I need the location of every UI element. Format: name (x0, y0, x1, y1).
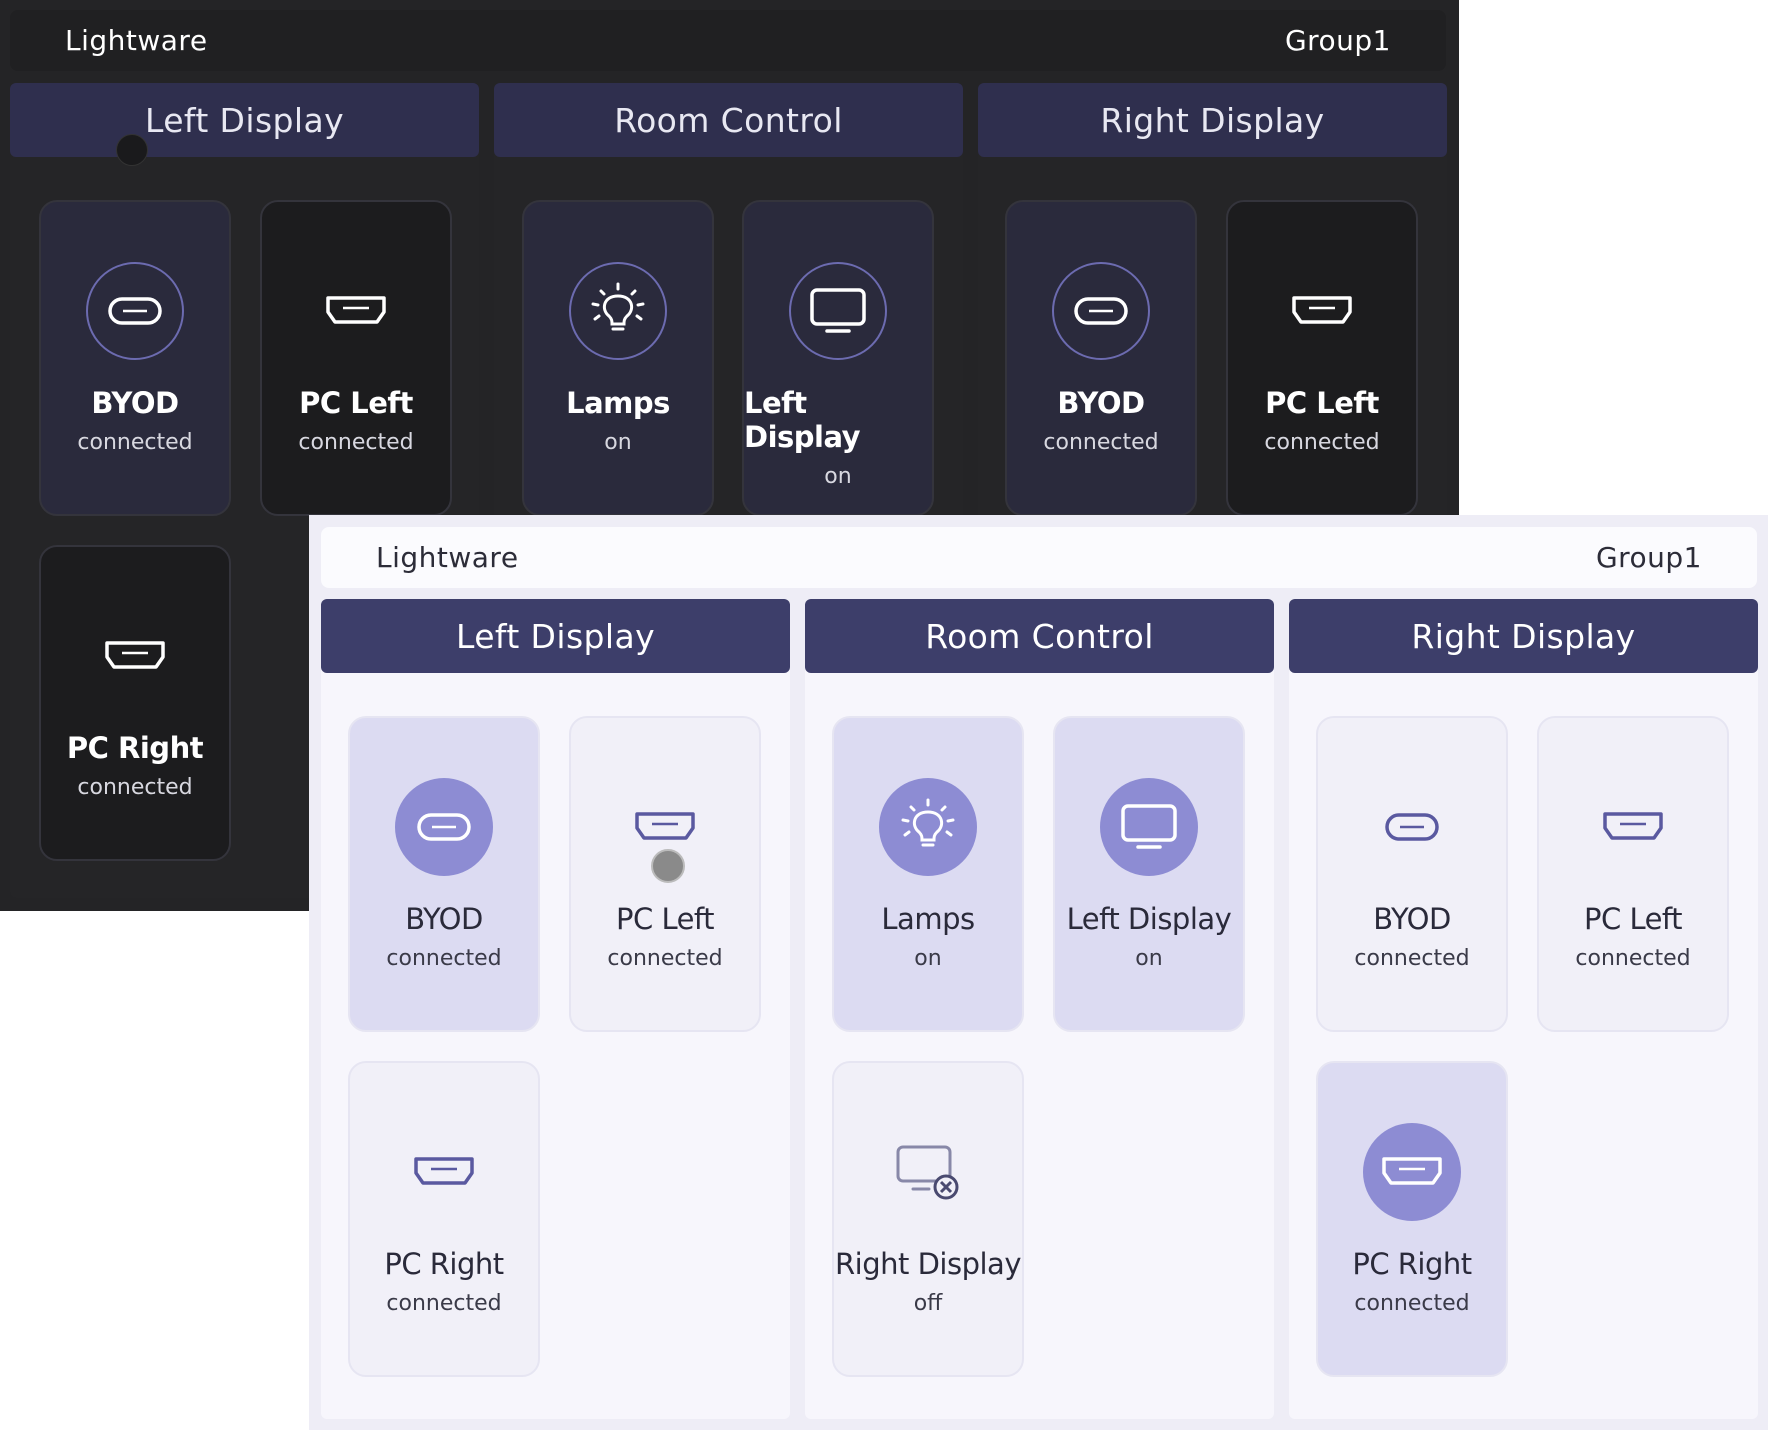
top-bar: Lightware Group1 (321, 527, 1757, 588)
tile-byod[interactable]: BYOD connected (348, 716, 540, 1032)
group-label[interactable]: Group1 (1285, 24, 1391, 57)
tile-byod[interactable]: BYOD connected (1005, 200, 1197, 516)
usb-c-icon (1052, 262, 1150, 360)
column-title: Right Display (1411, 616, 1636, 656)
tile-name: PC Left (299, 386, 413, 420)
hdmi-icon (1273, 262, 1371, 360)
tile-status: connected (607, 946, 723, 971)
usb-c-icon (86, 262, 184, 360)
tile-pc-left[interactable]: PC Left connected (1226, 200, 1418, 516)
tile-status: on (1135, 946, 1163, 971)
tile-status: connected (386, 946, 502, 971)
tile-status: off (913, 1291, 943, 1316)
tile-lamps[interactable]: Lamps on (832, 716, 1024, 1032)
monitor-icon (1100, 778, 1198, 876)
tile-name: BYOD (91, 386, 179, 420)
tile-pc-right[interactable]: PC Right connected (348, 1061, 540, 1377)
tile-left-display[interactable]: Left Display on (742, 200, 934, 516)
column-title: Room Control (614, 100, 843, 140)
tile-pc-left[interactable]: PC Left connected (1537, 716, 1729, 1032)
hdmi-icon (1584, 778, 1682, 876)
tile-byod[interactable]: BYOD connected (39, 200, 231, 516)
tile-name: PC Right (66, 731, 204, 765)
tile-status: connected (1264, 430, 1380, 455)
tile-status: connected (1043, 430, 1159, 455)
tile-status: on (824, 464, 852, 489)
hdmi-icon (307, 262, 405, 360)
tile-byod[interactable]: BYOD connected (1316, 716, 1508, 1032)
column-left-display: Left Display BYOD connected PC Left conn… (321, 599, 790, 1419)
tile-name: Lamps (881, 902, 975, 936)
column-header[interactable]: Right Display (1289, 599, 1758, 673)
monitor-icon (789, 262, 887, 360)
tile-status: on (604, 430, 632, 455)
tile-status: connected (386, 1291, 502, 1316)
brand-label: Lightware (65, 24, 208, 57)
tile-name: BYOD (1373, 902, 1451, 936)
bulb-icon (569, 262, 667, 360)
tile-pc-left[interactable]: PC Left connected (260, 200, 452, 516)
column-title: Right Display (1100, 100, 1325, 140)
column-header[interactable]: Room Control (805, 599, 1274, 673)
tile-name: PC Right (384, 1247, 504, 1281)
tile-name: Left Display (1066, 902, 1232, 936)
tile-status: connected (1354, 946, 1470, 971)
tile-lamps[interactable]: Lamps on (522, 200, 714, 516)
tile-name: PC Right (1352, 1247, 1472, 1281)
touch-indicator (651, 849, 685, 883)
tile-status: connected (298, 430, 414, 455)
column-title: Room Control (925, 616, 1154, 656)
column-header[interactable]: Left Display (321, 599, 790, 673)
tile-pc-right[interactable]: PC Right connected (39, 545, 231, 861)
tile-name: Left Display (744, 386, 861, 454)
tile-pc-right[interactable]: PC Right connected (1316, 1061, 1508, 1377)
tile-name: Right Display (835, 1247, 1021, 1281)
column-header[interactable]: Right Display (978, 83, 1447, 157)
tile-name: PC Left (1265, 386, 1379, 420)
tile-right-display[interactable]: Right Display off (832, 1061, 1024, 1377)
column-title: Left Display (144, 100, 344, 140)
tile-name: Lamps (566, 386, 670, 420)
tile-name: BYOD (1057, 386, 1145, 420)
usb-c-icon (395, 778, 493, 876)
column-header[interactable]: Room Control (494, 83, 963, 157)
tile-name: PC Left (615, 902, 715, 936)
tile-name: BYOD (405, 902, 483, 936)
usb-c-icon (1363, 778, 1461, 876)
column-title: Left Display (455, 616, 655, 656)
column-right-display: Right Display BYOD connected PC Left con… (1289, 599, 1758, 1419)
column-room-control: Room Control Lamps on Left Display on Ri… (805, 599, 1274, 1419)
group-label[interactable]: Group1 (1596, 541, 1702, 574)
tile-status: connected (77, 430, 193, 455)
top-bar: Lightware Group1 (10, 10, 1446, 71)
tile-name: PC Left (1583, 902, 1683, 936)
tile-status: connected (1354, 1291, 1470, 1316)
cursor-indicator (116, 134, 148, 166)
tile-status: connected (1575, 946, 1691, 971)
hdmi-icon (1363, 1123, 1461, 1221)
bulb-icon (879, 778, 977, 876)
monitor-off-icon (879, 1123, 977, 1221)
tile-status: on (914, 946, 942, 971)
tile-left-display[interactable]: Left Display on (1053, 716, 1245, 1032)
brand-label: Lightware (376, 541, 519, 574)
column-header[interactable]: Left Display (10, 83, 479, 157)
tile-status: connected (77, 775, 193, 800)
hdmi-icon (86, 607, 184, 705)
hdmi-icon (395, 1123, 493, 1221)
light-theme-panel: Lightware Group1 Left Display BYOD conne… (309, 515, 1768, 1430)
